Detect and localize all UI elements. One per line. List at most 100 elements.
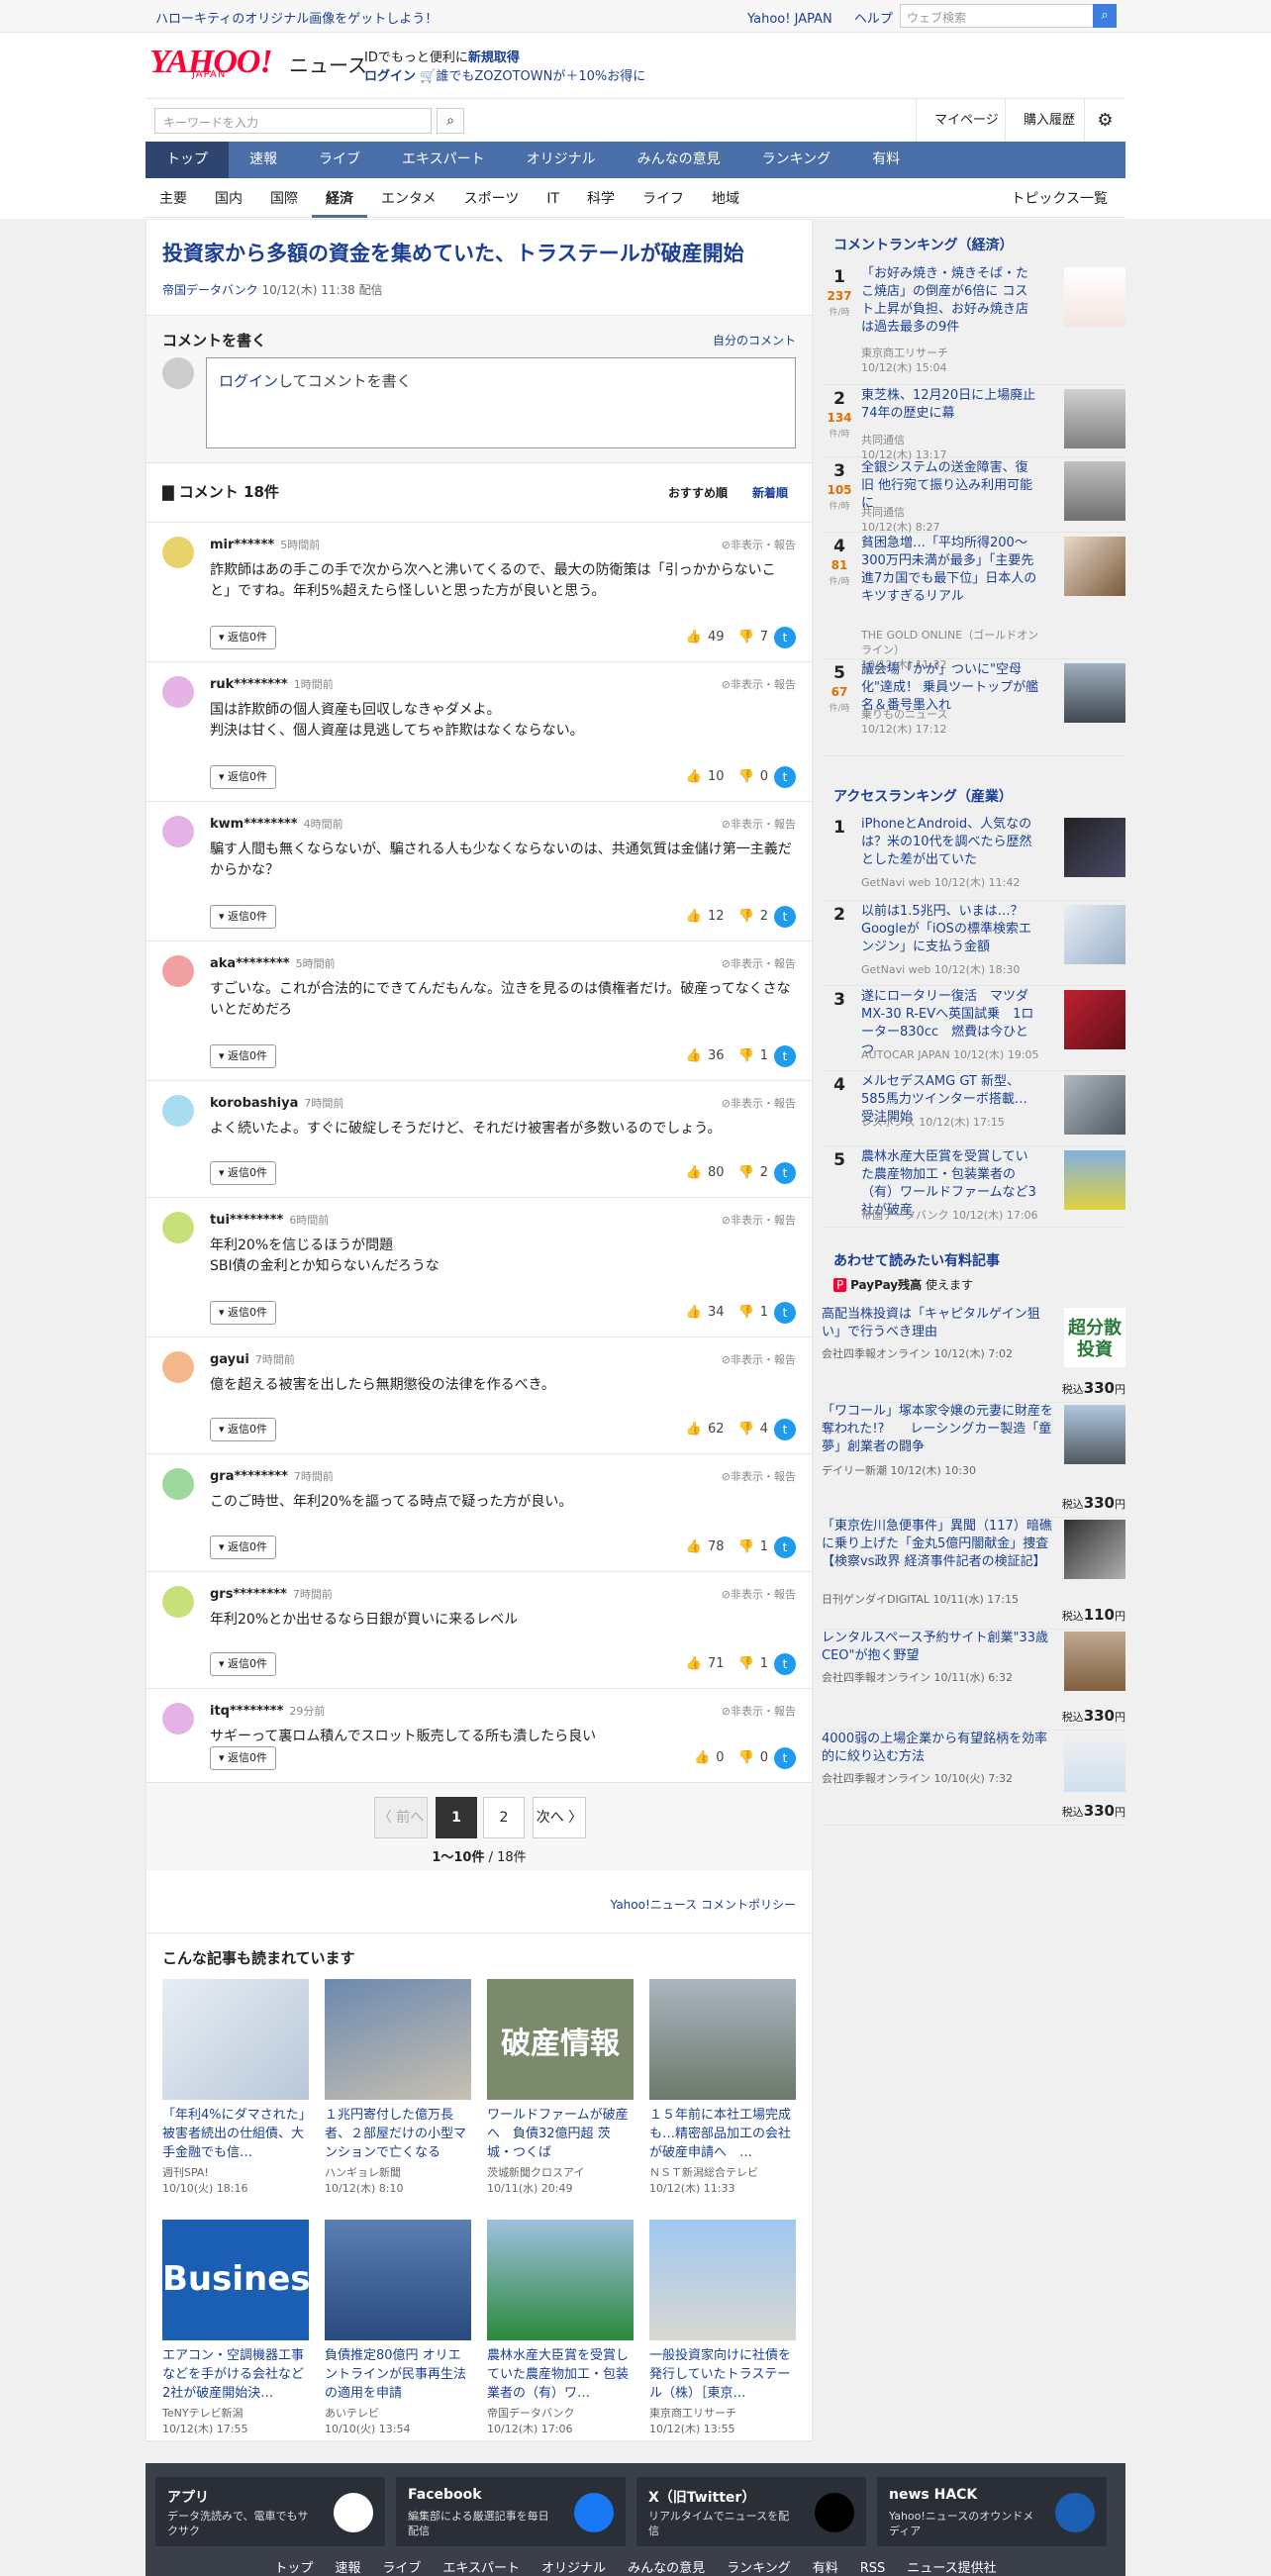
thumbs-down-icon[interactable]: 👎 (738, 769, 754, 784)
twitter-share-icon[interactable]: t (774, 1044, 796, 1067)
related-card-title[interactable]: 農林水産大臣賞を受賞していた農産物加工・包装業者の（有）ワ… (487, 2346, 634, 2403)
twitter-share-icon[interactable]: t (774, 905, 796, 928)
nav-breaking[interactable]: 速報 (229, 142, 298, 178)
thumbs-up-icon[interactable]: 👍 (694, 1750, 710, 1765)
reply-button[interactable]: ▾ 返信0件 (210, 905, 277, 929)
next-page-button[interactable]: 次へ 〉 (533, 1797, 586, 1838)
gear-icon[interactable]: ⚙ (1084, 99, 1125, 142)
cat-economy[interactable]: 経済 (312, 180, 367, 218)
thumbs-up-icon[interactable]: 👍 (686, 1165, 702, 1180)
web-search-button[interactable]: ⌕ (1093, 4, 1117, 28)
thumbs-down-icon[interactable]: 👎 (738, 1422, 754, 1437)
reply-button[interactable]: ▾ 返信0件 (210, 1301, 277, 1325)
nav-live[interactable]: ライブ (298, 142, 381, 178)
hide-report-link[interactable]: ⊘非表示・報告 (722, 955, 796, 971)
rank-title[interactable]: 貧困急増…「平均所得200〜300万円未満が最多」「主要先進7カ国でも最下位」日… (861, 535, 1039, 606)
twitter-share-icon[interactable]: t (774, 1301, 796, 1324)
comment-policy-link[interactable]: Yahoo!ニュース コメントポリシー (611, 1896, 796, 1913)
sort-newest[interactable]: 新着順 (752, 484, 788, 501)
twitter-share-icon[interactable]: t (774, 1746, 796, 1769)
paid-article[interactable]: 4000弱の上場企業から有望銘柄を効率的に絞り込む方法 会社四季報オンライン 10… (822, 1731, 1125, 1826)
footer-link[interactable]: トップ (274, 2561, 313, 2576)
related-card[interactable]: 一般投資家向けに社債を発行していたトラステール（株）［東京… 東京商工リサーチ 10… (649, 2220, 796, 2436)
nav-original[interactable]: オリジナル (506, 142, 617, 178)
comment-username[interactable]: gra******** (210, 1469, 288, 1484)
web-search-input[interactable]: ウェブ検索 (900, 4, 1114, 28)
hide-report-link[interactable]: ⊘非表示・報告 (722, 1586, 796, 1602)
comment-ranking-item[interactable]: 4 81 件/時 貧困急増…「平均所得200〜300万円未満が最多」「主要先進7カ国で… (822, 533, 1125, 671)
related-card[interactable]: １兆円寄付した億万長者、２部屋だけの小型マンションで亡くなる ハンギョレ新聞 10/… (325, 1979, 471, 2196)
footer-box[interactable]: Facebook 編集部による厳選記事を毎日配信 (396, 2477, 626, 2546)
footer-box[interactable]: X（旧Twitter） リアルタイムでニュースを配信 (636, 2477, 866, 2546)
footer-link[interactable]: みんなの意見 (628, 2561, 705, 2576)
footer-link[interactable]: オリジナル (541, 2561, 606, 2576)
paid-title[interactable]: 4000弱の上場企業から有望銘柄を効率的に絞り込む方法 (822, 1731, 1054, 1766)
paid-article[interactable]: 「東京佐川急便事件」異聞（117）暗礁に乗り上げた「金丸5億円闇献金」捜査【検察… (822, 1518, 1125, 1630)
footer-link[interactable]: ニュース提供社 (907, 2561, 996, 2576)
cat-life[interactable]: ライフ (629, 180, 698, 218)
paid-article[interactable]: 「ワコール」塚本家令嬢の元妻に財産を奪われた!? レーシングカー製造「童夢」創業… (822, 1403, 1125, 1518)
thumbs-down-icon[interactable]: 👎 (738, 1750, 754, 1765)
signup-link[interactable]: 新規取得 (468, 50, 520, 65)
comment-username[interactable]: ruk******** (210, 677, 288, 692)
cat-entertainment[interactable]: エンタメ (367, 180, 450, 218)
promo-link[interactable]: ハローキティのオリジナル画像をゲットしよう！ (155, 8, 438, 27)
related-card-title[interactable]: エアコン・空調機器工事などを手がける会社など2社が破産開始決… (162, 2346, 309, 2403)
footer-link[interactable]: RSS (860, 2561, 886, 2576)
related-card[interactable]: Business エアコン・空調機器工事などを手がける会社など2社が破産開始決… T… (162, 2220, 309, 2436)
reply-button[interactable]: ▾ 返信0件 (210, 1044, 277, 1068)
article-title[interactable]: 投資家から多額の資金を集めていた、トラステールが破産開始 (162, 238, 796, 267)
comment-username[interactable]: korobashiya (210, 1096, 298, 1111)
reply-button[interactable]: ▾ 返信0件 (210, 1418, 277, 1441)
thumbs-down-icon[interactable]: 👎 (738, 1165, 754, 1180)
paid-title[interactable]: 「東京佐川急便事件」異聞（117）暗礁に乗り上げた「金丸5億円闇献金」捜査【検察… (822, 1518, 1054, 1571)
access-ranking-title[interactable]: アクセスランキング（産業） (833, 786, 1013, 806)
thumbs-down-icon[interactable]: 👎 (738, 630, 754, 644)
comment-ranking-item[interactable]: 2 134 件/時 東芝株、12月20日に上場廃止 74年の歴史に幕 共同通信 10/12… (822, 385, 1125, 461)
login-link[interactable]: ログイン (364, 69, 416, 84)
thumbs-down-icon[interactable]: 👎 (738, 1305, 754, 1320)
footer-link[interactable]: ライブ (382, 2561, 421, 2576)
thumbs-up-icon[interactable]: 👍 (686, 769, 702, 784)
comment-ranking-item[interactable]: 3 105 件/時 全銀システムの送金障害、復旧 他行宛て振り込み利用可能に 共同通信 1… (822, 457, 1125, 534)
footer-link[interactable]: ランキング (727, 2561, 791, 2576)
comment-username[interactable]: aka******** (210, 956, 290, 971)
twitter-share-icon[interactable]: t (774, 765, 796, 788)
thumbs-down-icon[interactable]: 👎 (738, 1048, 754, 1063)
comment-username[interactable]: tui******** (210, 1213, 283, 1228)
article-source[interactable]: 帝国データバンク (162, 283, 258, 297)
paid-article[interactable]: 高配当株投資は「キャピタルゲイン狙い」で行うべき理由 会社四季報オンライン 10/… (822, 1306, 1125, 1403)
cat-world[interactable]: 国際 (256, 180, 312, 218)
cat-main[interactable]: 主要 (146, 180, 201, 218)
cat-domestic[interactable]: 国内 (201, 180, 256, 218)
cat-science[interactable]: 科学 (573, 180, 629, 218)
comment-ranking-item[interactable]: 1 237 件/時 「お好み焼き・焼きそば・たこ焼店」の倒産が6倍に コスト上昇が負担… (822, 263, 1125, 385)
comment-input[interactable]: ログインしてコメントを書く (206, 357, 796, 448)
hide-report-link[interactable]: ⊘非表示・報告 (722, 676, 796, 692)
access-ranking-item[interactable]: 3 遂にロータリー復活 マツダMX-30 R-EVへ英国試乗 1ローター830cc… (822, 986, 1125, 1071)
access-ranking-item[interactable]: 2 以前は1.5兆円、いまは…？ Googleが「iOSの標準検索エンジン」に支払… (822, 901, 1125, 986)
keyword-search-button[interactable]: ⌕ (437, 108, 464, 134)
footer-link[interactable]: 有料 (813, 2561, 838, 2576)
related-card-title[interactable]: 一般投資家向けに社債を発行していたトラステール（株）［東京… (649, 2346, 796, 2403)
rank-title[interactable]: 「お好み焼き・焼きそば・たこ焼店」の倒産が6倍に コスト上昇が負担、お好み焼き店… (861, 265, 1039, 337)
comment-ranking-item[interactable]: 5 67 件/時 議会場「かが」ついに"空母化"達成！ 乗員ツートップが艦名＆番号墨入… (822, 659, 1125, 756)
sort-recommended[interactable]: おすすめ順 (668, 484, 728, 501)
access-ranking-item[interactable]: 5 農林水産大臣賞を受賞していた農産物加工・包装業者の（有）ワールドファームなど3… (822, 1146, 1125, 1228)
thumbs-up-icon[interactable]: 👍 (686, 1305, 702, 1320)
hide-report-link[interactable]: ⊘非表示・報告 (722, 537, 796, 552)
comment-username[interactable]: mir****** (210, 538, 274, 552)
hide-report-link[interactable]: ⊘非表示・報告 (722, 1468, 796, 1484)
cat-it[interactable]: IT (533, 180, 573, 218)
related-card[interactable]: 農林水産大臣賞を受賞していた農産物加工・包装業者の（有）ワ… 帝国データバンク 10… (487, 2220, 634, 2436)
hide-report-link[interactable]: ⊘非表示・報告 (722, 1703, 796, 1719)
comment-ranking-title[interactable]: コメントランキング（経済） (833, 235, 1014, 254)
hide-report-link[interactable]: ⊘非表示・報告 (722, 1351, 796, 1367)
nav-expert[interactable]: エキスパート (381, 142, 506, 178)
related-card-title[interactable]: １５年前に本社工場完成も…精密部品加工の会社が破産申請へ … (649, 2106, 796, 2162)
twitter-share-icon[interactable]: t (774, 1161, 796, 1184)
twitter-share-icon[interactable]: t (774, 626, 796, 648)
related-card[interactable]: 破産情報 ワールドファームが破産へ 負債32億円超 茨城・つくば 茨城新聞クロスアイ… (487, 1979, 634, 2196)
thumbs-down-icon[interactable]: 👎 (738, 1539, 754, 1554)
hide-report-link[interactable]: ⊘非表示・報告 (722, 1212, 796, 1228)
